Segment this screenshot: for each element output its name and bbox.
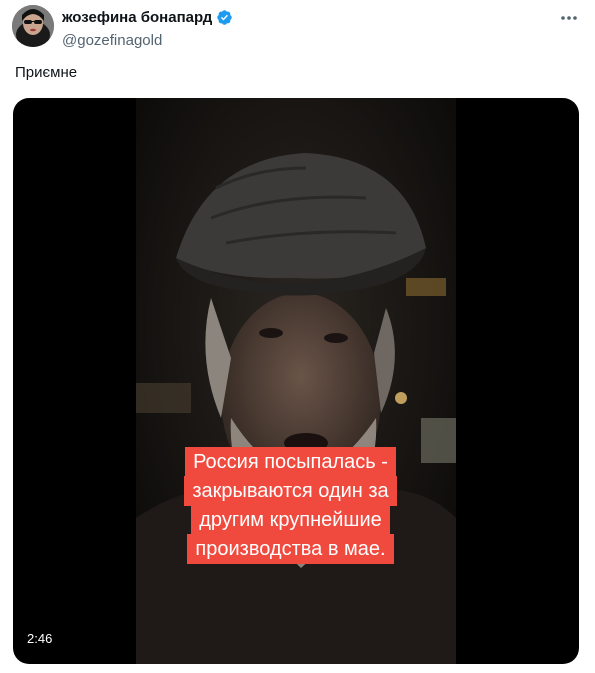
more-horizontal-icon[interactable] xyxy=(559,10,579,26)
caption-line: другим крупнейшие xyxy=(191,505,390,535)
author-display-name[interactable]: жозефина бонапард xyxy=(62,9,212,26)
caption-line: производства в мае. xyxy=(187,534,394,564)
video-frame xyxy=(136,98,456,664)
tweet-card: жозефина бонапард @gozefinagold Приємне xyxy=(0,0,595,673)
verified-badge-icon xyxy=(217,10,233,25)
tweet-text: Приємне xyxy=(15,64,78,81)
author-handle[interactable]: @gozefinagold xyxy=(62,32,162,49)
video-duration: 2:46 xyxy=(27,631,53,646)
caption-line: закрываются один за xyxy=(184,476,397,506)
avatar[interactable] xyxy=(12,5,54,47)
video-player[interactable]: Россия посыпалась - закрываются один за … xyxy=(13,98,579,664)
video-caption: Россия посыпалась - закрываются один за … xyxy=(163,447,418,564)
author-name-row: жозефина бонапард xyxy=(62,9,233,26)
avatar-image xyxy=(12,5,54,47)
caption-line: Россия посыпалась - xyxy=(185,447,396,477)
